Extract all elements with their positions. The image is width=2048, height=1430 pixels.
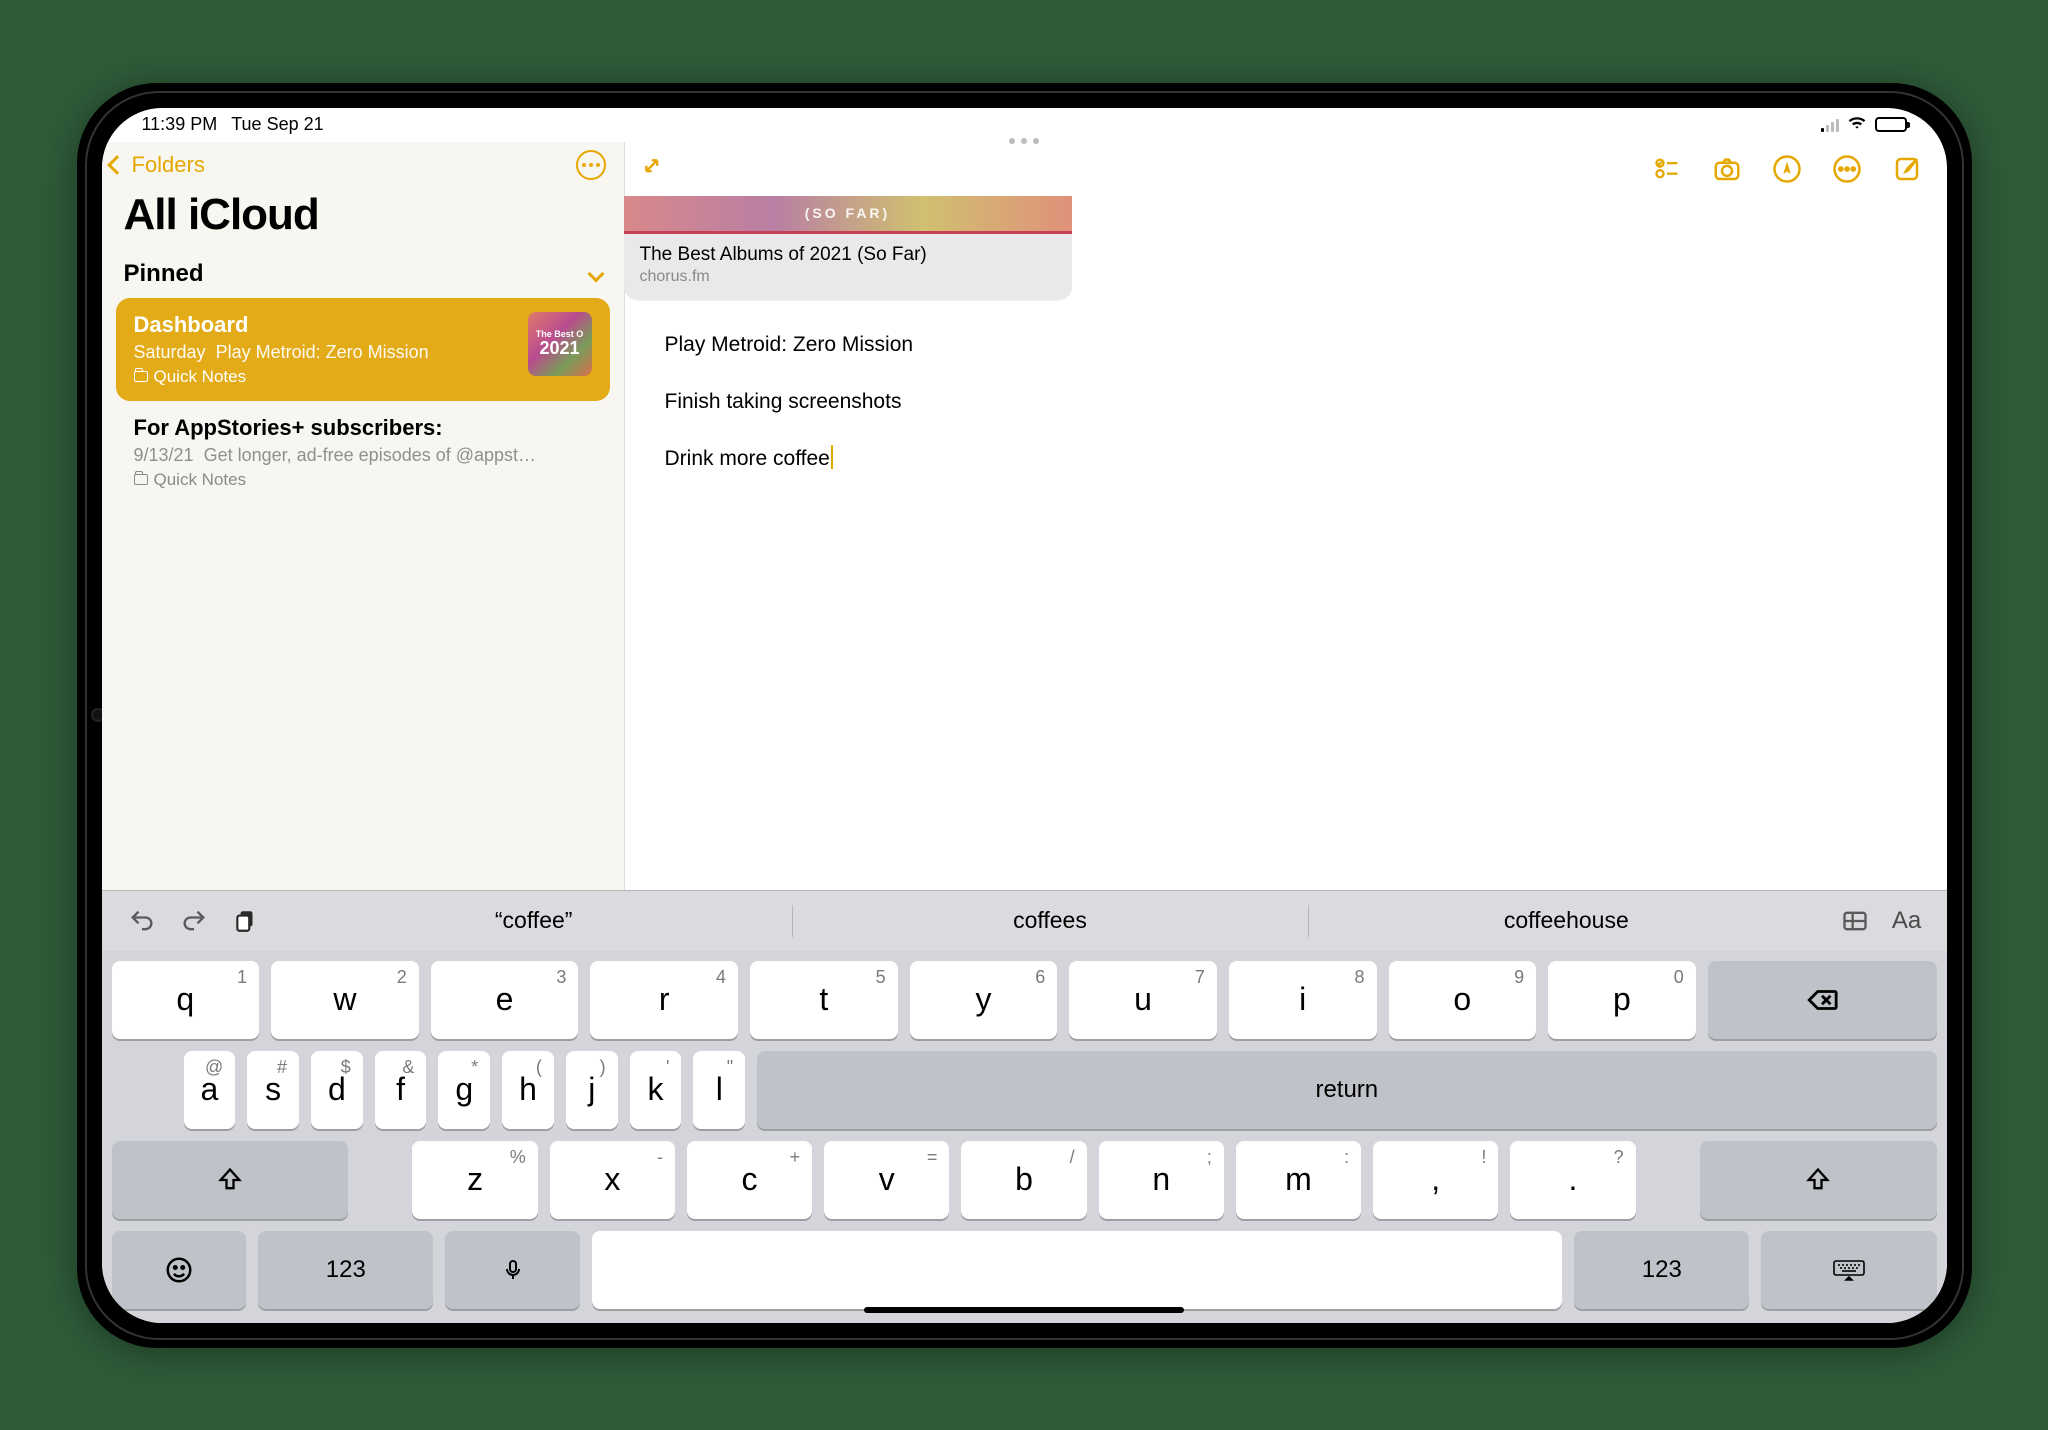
- folder-icon: [134, 474, 148, 485]
- suggestion-3[interactable]: coffeehouse: [1308, 891, 1824, 951]
- dismiss-keyboard-key[interactable]: [1761, 1231, 1936, 1309]
- note-preview: 9/13/21 Get longer, ad-free episodes of …: [134, 445, 592, 466]
- screen: 11:39 PM Tue Sep 21 Folders: [102, 108, 1947, 1323]
- key-period[interactable]: ?.: [1510, 1141, 1635, 1219]
- compose-icon[interactable]: [1891, 153, 1923, 185]
- key-w[interactable]: 2w: [271, 961, 419, 1039]
- more-icon[interactable]: [1831, 153, 1863, 185]
- key-f[interactable]: &f: [375, 1051, 427, 1129]
- note-title: Dashboard: [134, 312, 516, 338]
- note-line: Play Metroid: Zero Mission: [665, 330, 1907, 359]
- sidebar-more-button[interactable]: [576, 150, 606, 180]
- link-domain: chorus.fm: [640, 268, 1056, 286]
- key-b[interactable]: /b: [961, 1141, 1086, 1219]
- status-date: Tue Sep 21: [231, 114, 323, 135]
- undo-icon[interactable]: [118, 899, 166, 943]
- checklist-icon[interactable]: [1651, 153, 1683, 185]
- sidebar-title: All iCloud: [102, 180, 624, 254]
- markup-icon[interactable]: [1771, 153, 1803, 185]
- wifi-icon: [1847, 114, 1867, 135]
- notes-app: Folders All iCloud Pinned Dashboard Sa: [102, 142, 1947, 890]
- key-s[interactable]: #s: [247, 1051, 299, 1129]
- keyboard: “coffee” coffees coffeehouse Aa 1q2w3e4r…: [102, 890, 1947, 1323]
- suggestion-bar: “coffee” coffees coffeehouse Aa: [102, 891, 1947, 951]
- camera-icon[interactable]: [1711, 153, 1743, 185]
- chevron-left-icon: [107, 155, 127, 175]
- suggestion-2[interactable]: coffees: [792, 891, 1308, 951]
- key-z[interactable]: %z: [412, 1141, 537, 1219]
- key-v[interactable]: =v: [824, 1141, 949, 1219]
- status-time: 11:39 PM: [142, 114, 218, 135]
- key-comma[interactable]: !,: [1373, 1141, 1498, 1219]
- clipboard-icon[interactable]: [222, 899, 270, 943]
- link-title: The Best Albums of 2021 (So Far): [640, 244, 1056, 266]
- chevron-down-icon: [587, 265, 604, 282]
- back-label: Folders: [132, 152, 205, 178]
- backspace-key[interactable]: [1708, 961, 1937, 1039]
- key-k[interactable]: 'k: [630, 1051, 682, 1129]
- status-bar: 11:39 PM Tue Sep 21: [102, 108, 1947, 142]
- key-y[interactable]: 6y: [910, 961, 1058, 1039]
- home-indicator[interactable]: [864, 1307, 1184, 1313]
- shift-key-left[interactable]: [112, 1141, 349, 1219]
- note-title: For AppStories+ subscribers:: [134, 415, 592, 441]
- note-item-selected[interactable]: Dashboard Saturday Play Metroid: Zero Mi…: [116, 298, 610, 401]
- numbers-key-right[interactable]: 123: [1574, 1231, 1749, 1309]
- key-l[interactable]: "l: [693, 1051, 745, 1129]
- note-folder: Quick Notes: [134, 367, 516, 387]
- note-body-text[interactable]: Play Metroid: Zero Mission Finish taking…: [625, 300, 1947, 502]
- expand-icon[interactable]: [639, 153, 671, 185]
- format-icon[interactable]: Aa: [1883, 899, 1931, 943]
- dictation-key[interactable]: [445, 1231, 580, 1309]
- shift-key-right[interactable]: [1700, 1141, 1937, 1219]
- table-icon[interactable]: [1831, 899, 1879, 943]
- note-line: Drink more coffee: [665, 444, 1907, 473]
- key-q[interactable]: 1q: [112, 961, 260, 1039]
- key-u[interactable]: 7u: [1069, 961, 1217, 1039]
- ipad-frame: 11:39 PM Tue Sep 21 Folders: [77, 83, 1972, 1348]
- key-j[interactable]: )j: [566, 1051, 618, 1129]
- key-h[interactable]: (h: [502, 1051, 554, 1129]
- folder-icon: [134, 371, 148, 382]
- note-preview: Saturday Play Metroid: Zero Mission: [134, 342, 516, 363]
- sidebar: Folders All iCloud Pinned Dashboard Sa: [102, 142, 625, 890]
- note-folder: Quick Notes: [134, 470, 592, 490]
- cellular-signal-icon: [1821, 118, 1839, 132]
- multitask-dots[interactable]: [1009, 138, 1039, 144]
- back-folders-button[interactable]: Folders: [110, 152, 205, 178]
- key-c[interactable]: +c: [687, 1141, 812, 1219]
- battery-icon: [1875, 117, 1907, 132]
- editor-toolbar: [625, 142, 1947, 196]
- key-a[interactable]: @a: [184, 1051, 236, 1129]
- emoji-key[interactable]: [112, 1231, 247, 1309]
- key-i[interactable]: 8i: [1229, 961, 1377, 1039]
- link-hero: (SO FAR): [624, 196, 1072, 234]
- note-line: Finish taking screenshots: [665, 387, 1907, 416]
- key-e[interactable]: 3e: [431, 961, 579, 1039]
- return-key[interactable]: return: [757, 1051, 1936, 1129]
- key-p[interactable]: 0p: [1548, 961, 1696, 1039]
- suggestion-1[interactable]: “coffee”: [276, 891, 792, 951]
- space-key[interactable]: [592, 1231, 1562, 1309]
- key-o[interactable]: 9o: [1389, 961, 1537, 1039]
- key-g[interactable]: *g: [438, 1051, 490, 1129]
- key-d[interactable]: $d: [311, 1051, 363, 1129]
- ellipsis-icon: [582, 163, 600, 167]
- note-item[interactable]: For AppStories+ subscribers: 9/13/21 Get…: [116, 401, 610, 504]
- key-n[interactable]: ;n: [1099, 1141, 1224, 1219]
- section-label: Pinned: [124, 260, 204, 288]
- key-m[interactable]: :m: [1236, 1141, 1361, 1219]
- section-header-pinned[interactable]: Pinned: [102, 254, 624, 298]
- text-cursor: [831, 445, 833, 469]
- editor-pane: (SO FAR) The Best Albums of 2021 (So Far…: [625, 142, 1947, 890]
- link-preview-card[interactable]: (SO FAR) The Best Albums of 2021 (So Far…: [624, 196, 1072, 300]
- note-thumbnail: The Best O 2021: [528, 312, 592, 376]
- key-t[interactable]: 5t: [750, 961, 898, 1039]
- key-x[interactable]: -x: [550, 1141, 675, 1219]
- redo-icon[interactable]: [170, 899, 218, 943]
- numbers-key-left[interactable]: 123: [258, 1231, 433, 1309]
- key-r[interactable]: 4r: [590, 961, 738, 1039]
